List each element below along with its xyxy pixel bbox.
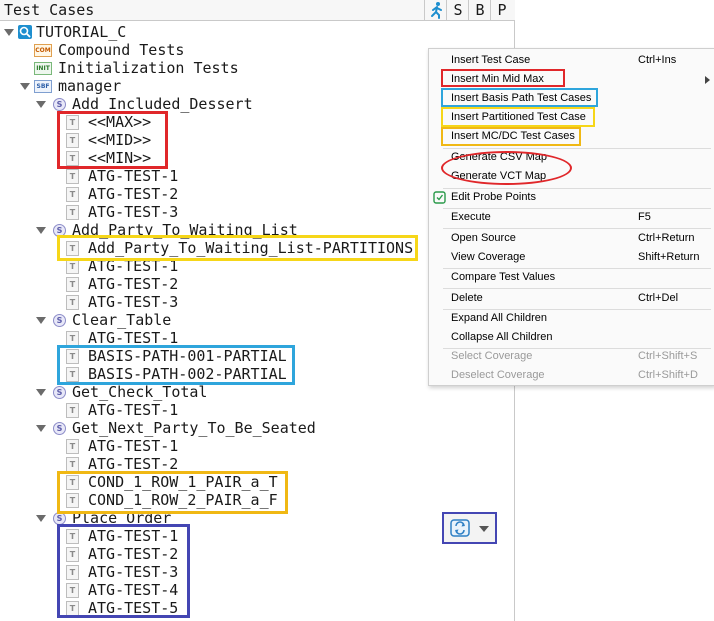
testcase-label: ATG-TEST-1 [88, 167, 179, 185]
chevron-down-icon[interactable] [479, 526, 489, 532]
subprogram-icon: S [53, 386, 66, 399]
run-icon[interactable] [424, 0, 447, 20]
testcase-icon: T [66, 439, 79, 454]
menu-expand-all-children[interactable]: Expand All Children [429, 309, 714, 328]
testcase-icon: T [66, 295, 79, 310]
submenu-arrow-icon [705, 76, 710, 84]
subprogram-label: Clear_Table [72, 311, 172, 329]
highlight-atg-tests [57, 524, 190, 618]
menu-select-coverage[interactable]: Select Coverage Ctrl+Shift+S [429, 347, 714, 366]
menu-deselect-coverage[interactable]: Deselect Coverage Ctrl+Shift+D [429, 366, 714, 385]
atg-toolbar-button[interactable] [442, 512, 497, 544]
refresh-icon[interactable] [450, 519, 470, 541]
menu-highlight-partitioned [441, 107, 595, 127]
testcase-label: ATG-TEST-2 [88, 185, 179, 203]
menu-highlight-basis-path [441, 88, 598, 107]
tree-node-testcase[interactable]: T ATG-TEST-1 [0, 437, 515, 455]
menu-view-coverage[interactable]: View Coverage Shift+Return [429, 248, 714, 267]
tree-header-title: Test Cases [4, 1, 95, 19]
tree-node-testcase[interactable]: T ATG-TEST-1 [0, 401, 515, 419]
testcase-icon: T [66, 259, 79, 274]
menu-open-source[interactable]: Open Source Ctrl+Return [429, 229, 714, 248]
subprogram-icon: S [53, 422, 66, 435]
subprogram-icon: S [53, 98, 66, 111]
expand-toggle-icon[interactable] [20, 83, 30, 90]
menu-collapse-all-children[interactable]: Collapse All Children [429, 328, 714, 347]
expand-toggle-icon[interactable] [36, 389, 46, 396]
unit-label: manager [58, 77, 122, 95]
testcase-icon: T [66, 277, 79, 292]
initialization-tests-label: Initialization Tests [58, 59, 239, 77]
testcase-label: ATG-TEST-3 [88, 293, 179, 311]
testcase-label: ATG-TEST-1 [88, 437, 179, 455]
testcase-icon: T [66, 205, 79, 220]
menu-highlight-mcdc [441, 127, 581, 146]
environment-icon [18, 25, 32, 39]
testcase-icon: T [66, 457, 79, 472]
testcase-label: ATG-TEST-3 [88, 203, 179, 221]
column-b-header[interactable]: B [468, 0, 491, 20]
highlight-min-mid-max [57, 111, 168, 169]
menu-compare-test-values[interactable]: Compare Test Values [429, 268, 714, 287]
testcase-icon: T [66, 169, 79, 184]
expand-toggle-icon[interactable] [36, 515, 46, 522]
column-s-header[interactable]: S [446, 0, 469, 20]
expand-toggle-icon[interactable] [36, 227, 46, 234]
testcase-icon: T [66, 331, 79, 346]
testcase-icon: T [66, 403, 79, 418]
environment-label: TUTORIAL_C [36, 23, 127, 41]
unit-icon: SBF [34, 80, 52, 93]
highlight-mcdc [57, 471, 288, 514]
compound-tests-label: Compound Tests [58, 41, 185, 59]
expand-toggle-icon[interactable] [36, 317, 46, 324]
highlight-partitions [57, 235, 418, 261]
menu-edit-probe-points[interactable]: Edit Probe Points [429, 188, 714, 207]
highlight-basis-path [57, 345, 295, 385]
column-p-header[interactable]: P [490, 0, 513, 20]
expand-toggle-icon[interactable] [36, 425, 46, 432]
menu-insert-test-case[interactable]: Insert Test Case Ctrl+Ins [429, 51, 714, 70]
tree-header: Test Cases S B P [0, 0, 515, 21]
compound-tests-icon: COM [34, 44, 52, 57]
menu-highlight-min-mid-max [441, 69, 565, 87]
subprogram-label: Get_Next_Party_To_Be_Seated [72, 419, 316, 437]
subprogram-label: Get_Check_Total [72, 383, 208, 401]
menu-delete[interactable]: Delete Ctrl+Del [429, 289, 714, 308]
initialization-tests-icon: INIT [34, 62, 52, 75]
menu-highlight-generate-maps [441, 151, 572, 185]
subprogram-icon: S [53, 314, 66, 327]
menu-execute[interactable]: Execute F5 [429, 208, 714, 227]
tree-node-environment[interactable]: TUTORIAL_C [0, 23, 515, 41]
expand-toggle-icon[interactable] [4, 29, 14, 36]
testcase-label: ATG-TEST-2 [88, 275, 179, 293]
testcase-icon: T [66, 187, 79, 202]
expand-toggle-icon[interactable] [36, 101, 46, 108]
testcase-label: ATG-TEST-1 [88, 401, 179, 419]
tree-node-subprogram[interactable]: S Get_Next_Party_To_Be_Seated [0, 419, 515, 437]
